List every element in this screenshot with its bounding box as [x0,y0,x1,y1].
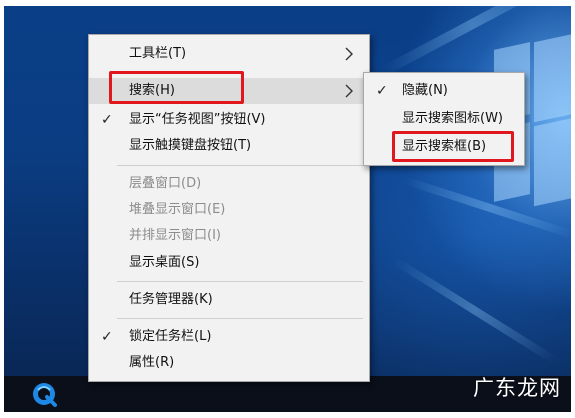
chevron-right-icon [345,84,353,98]
menu-item-label: 层叠窗口(D) [129,176,202,191]
menu-item-label: 锁定任务栏(L) [129,329,212,344]
menu-item-label: 显示搜索图标(W) [402,111,503,126]
menu-item-label: 属性(R) [129,355,175,370]
menu-item-side-by-side: 并排显示窗口(I) [89,223,369,249]
site-watermark: 广东龙网 [473,376,561,400]
light-beam [391,256,558,365]
menu-separator [117,281,363,282]
menu-item-label: 显示触摸键盘按钮(T) [129,138,252,153]
menu-item-label: 堆叠显示窗口(E) [129,202,226,217]
chevron-right-icon [345,47,353,61]
menu-item-toolbars[interactable]: 工具栏(T) [89,41,369,67]
menu-item-label: 显示“任务视图”按钮(V) [129,112,266,127]
menu-item-label: 隐藏(N) [402,83,448,98]
menu-item-label: 显示桌面(S) [129,255,200,270]
menu-separator [117,165,363,166]
menu-item-label: 任务管理器(K) [129,292,213,307]
qq-browser-icon[interactable] [30,380,58,408]
submenu-item-show-search-icon[interactable]: 显示搜索图标(W) [364,106,524,132]
checkmark-icon: ✓ [101,112,113,128]
menu-item-label: 并排显示窗口(I) [129,228,221,243]
menu-item-show-touch-keyboard[interactable]: 显示触摸键盘按钮(T) [89,133,369,159]
menu-item-stack-windows: 堆叠显示窗口(E) [89,197,369,223]
menu-item-lock-taskbar[interactable]: ✓ 锁定任务栏(L) [89,324,369,350]
menu-item-properties[interactable]: 属性(R) [89,350,369,376]
menu-item-show-desktop[interactable]: 显示桌面(S) [89,250,369,276]
submenu-item-hidden[interactable]: ✓ 隐藏(N) [364,78,524,104]
menu-item-label: 工具栏(T) [129,46,187,61]
highlight-box-show-search-box [392,131,514,162]
menu-separator [117,318,363,319]
menu-item-cascade-windows: 层叠窗口(D) [89,171,369,197]
checkmark-icon: ✓ [376,83,388,99]
menu-item-show-task-view[interactable]: ✓ 显示“任务视图”按钮(V) [89,107,369,133]
highlight-box-search [109,71,244,104]
checkmark-icon: ✓ [101,329,113,345]
menu-item-task-manager[interactable]: 任务管理器(K) [89,287,369,313]
